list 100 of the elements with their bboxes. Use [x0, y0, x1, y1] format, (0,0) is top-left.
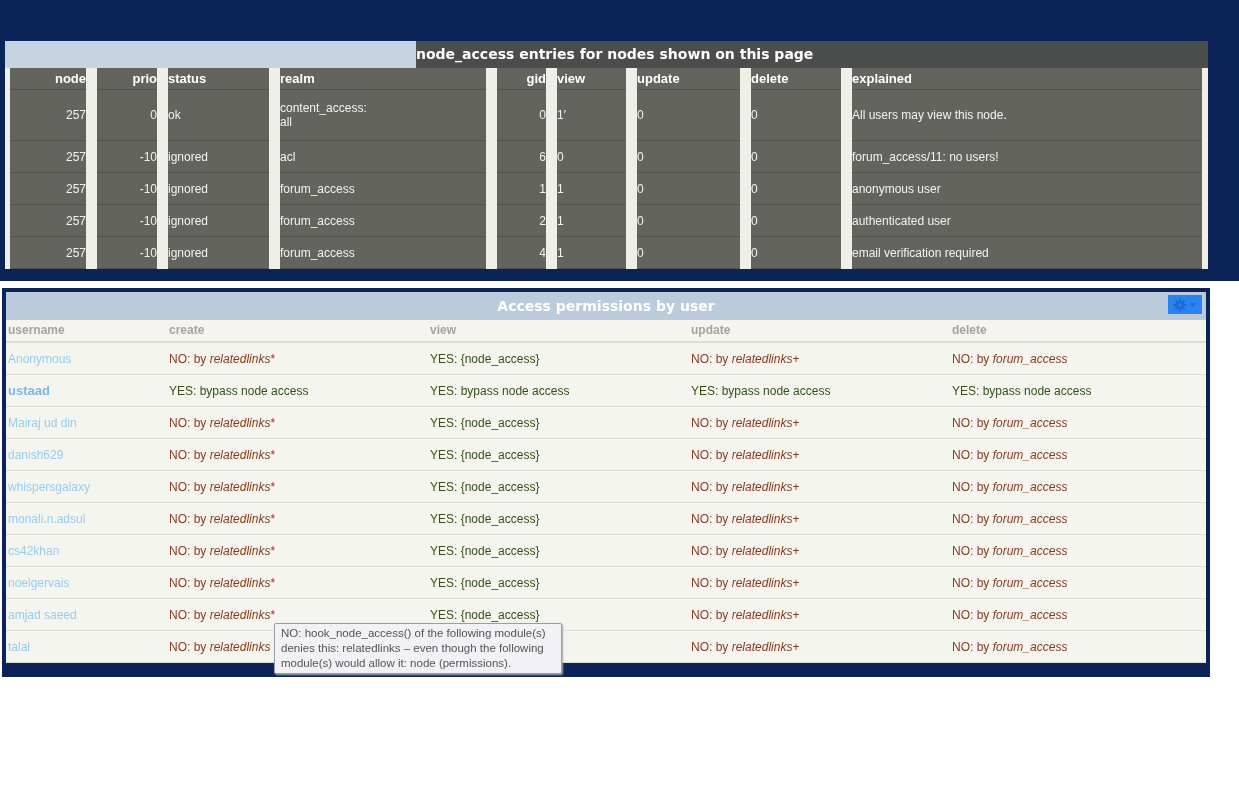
permission-verdict: YES: bypass node access [169, 383, 309, 398]
column-header: explained [852, 68, 1202, 90]
permission-verdict: NO: by relatedlinks+ [691, 415, 800, 430]
username-link[interactable]: Mairaj ud din [8, 415, 77, 430]
table-cell: 0 [751, 90, 841, 141]
permission-verdict: NO: by relatedlinks+ [691, 639, 800, 654]
permission-verdict: NO: by relatedlinks* [169, 415, 276, 430]
permission-verdict: NO: by relatedlinks+ [691, 543, 800, 558]
table-cell: 1 [557, 237, 626, 269]
table-cell: 6 [497, 141, 546, 173]
permission-verdict: YES: {node_access} [430, 607, 540, 622]
permission-verdict: NO: by forum_access [952, 351, 1068, 366]
username-link[interactable]: Anonymous [8, 351, 72, 366]
permission-verdict: YES: {node_access} [430, 415, 540, 430]
table-cell: forum_access [280, 237, 486, 269]
permission-verdict: YES: bypass node access [691, 383, 831, 398]
permission-verdict: NO: by forum_access [952, 511, 1068, 526]
table-cell: 257 [10, 90, 86, 141]
table-cell: All users may view this node. [852, 90, 1202, 141]
username-link[interactable]: noelgervais [8, 575, 70, 590]
table-cell: email verification required [852, 237, 1202, 269]
permission-verdict: NO: by forum_access [952, 607, 1068, 622]
username-link[interactable]: danish629 [8, 447, 64, 462]
table-cell: 0 [97, 90, 157, 141]
permission-verdict: NO: by forum_access [952, 543, 1068, 558]
table-cell: 0 [637, 141, 740, 173]
table-cell: 0 [557, 141, 626, 173]
permission-verdict: NO: by relatedlinks* [169, 543, 276, 558]
permission-verdict: NO: by forum_access [952, 447, 1068, 462]
permission-verdict: NO: by relatedlinks+ [691, 351, 800, 366]
permission-verdict: YES: {node_access} [430, 511, 540, 526]
column-header: node [10, 68, 86, 90]
permission-verdict: NO: by relatedlinks* [169, 575, 276, 590]
column-header: status [168, 68, 269, 90]
table-cell: content_access: all [280, 90, 486, 141]
permission-verdict: YES: {node_access} [430, 575, 540, 590]
column-header: view [557, 68, 626, 90]
permission-verdict: NO: by relatedlinks* [169, 479, 276, 494]
permission-verdict: NO: by relatedlinks* [169, 607, 276, 622]
permission-verdict: NO: by forum_access [952, 479, 1068, 494]
table-cell: 257 [10, 205, 86, 237]
table-cell: ok [168, 90, 269, 141]
permission-verdict: NO: by forum_access [952, 415, 1068, 430]
permission-verdict: NO: by forum_access [952, 575, 1068, 590]
tooltip: NO: hook_node_access() of the following module(s) denies this: relatedlinks – even though the following module(s) would allow it: node (permissions). [274, 623, 562, 674]
table-cell: 1′ [557, 90, 626, 141]
permission-verdict: NO: by relatedlinks+ [691, 511, 800, 526]
permission-verdict: NO: by relatedlinks [169, 639, 271, 654]
table-cell: 2 [497, 205, 546, 237]
table-cell: -10 [97, 237, 157, 269]
username-link[interactable]: monali.n.adsul [8, 511, 86, 526]
table-cell: forum_access [280, 205, 486, 237]
table-cell: 0 [497, 90, 546, 141]
table-cell: authenticated user [852, 205, 1202, 237]
table-cell: 257 [10, 173, 86, 205]
permission-verdict: NO: by relatedlinks+ [691, 575, 800, 590]
table-cell: 0 [751, 237, 841, 269]
username-link[interactable]: ustaad [8, 383, 50, 398]
permission-verdict: YES: {node_access} [430, 351, 540, 366]
permission-verdict: YES: {node_access} [430, 447, 540, 462]
table-cell: 0 [637, 173, 740, 205]
table-cell: forum_access [280, 173, 486, 205]
table-cell: 0 [751, 141, 841, 173]
settings-button[interactable] [1168, 295, 1202, 314]
username-link[interactable]: talal [8, 639, 30, 654]
permission-verdict: YES: bypass node access [952, 383, 1092, 398]
table-cell: 1 [557, 205, 626, 237]
table-cell: 0 [637, 237, 740, 269]
table-cell: 257 [10, 141, 86, 173]
gear-icon [1172, 297, 1198, 312]
permission-verdict: YES: bypass node access [430, 383, 570, 398]
table-title: node_access entries for nodes shown on this page [416, 41, 1208, 68]
column-header: gid [497, 68, 546, 90]
table-cell: ignored [168, 173, 269, 205]
permission-verdict: NO: by relatedlinks+ [691, 607, 800, 622]
username-link[interactable]: amjad saeed [8, 607, 77, 622]
table-cell: -10 [97, 141, 157, 173]
permission-verdict: NO: by forum_access [952, 639, 1068, 654]
permission-verdict: YES: {node_access} [430, 543, 540, 558]
permission-verdict: NO: by relatedlinks+ [691, 479, 800, 494]
table-cell: ignored [168, 237, 269, 269]
column-header: prio [97, 68, 157, 90]
username-link[interactable]: whispersgalaxy [8, 479, 91, 494]
username-link[interactable]: cs42khan [8, 543, 60, 558]
table-cell: anonymous user [852, 173, 1202, 205]
permission-verdict: NO: by relatedlinks* [169, 511, 276, 526]
table-cell: 0 [637, 90, 740, 141]
permission-verdict: NO: by relatedlinks* [169, 447, 276, 462]
table-cell: ignored [168, 205, 269, 237]
table-cell: -10 [97, 205, 157, 237]
permission-verdict: NO: by relatedlinks* [169, 351, 276, 366]
table-cell: 4 [497, 237, 546, 269]
table-title: Access permissions by user [497, 298, 715, 314]
table-cell: 0 [751, 173, 841, 205]
permission-verdict: YES: {node_access} [430, 479, 540, 494]
table-cell: 257 [10, 237, 86, 269]
column-header: delete [751, 68, 841, 90]
table-cell: acl [280, 141, 486, 173]
table-cell: -10 [97, 173, 157, 205]
table-cell: forum_access/11: no users! [852, 141, 1202, 173]
